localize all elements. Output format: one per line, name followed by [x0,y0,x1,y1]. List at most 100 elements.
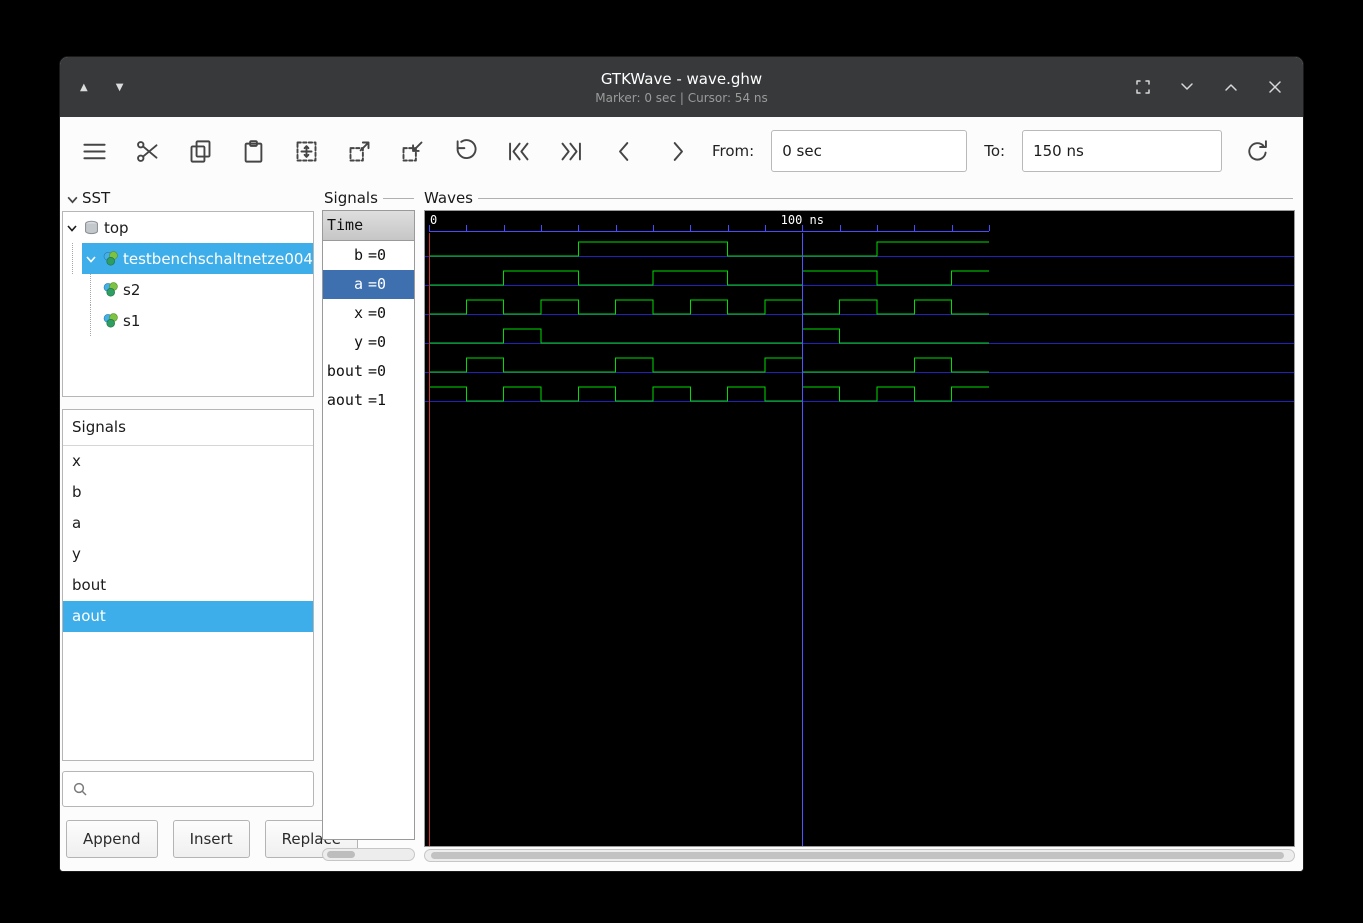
signals-list: x b a y bout aout [63,446,313,632]
caret-up-icon[interactable]: ▲ [80,82,88,93]
reload-button[interactable] [1239,133,1275,169]
titlebar[interactable]: ▲ ▼ GTKWave - wave.ghw Marker: 0 sec | C… [60,57,1303,117]
select-fit-button[interactable] [288,133,324,169]
insert-button[interactable]: Insert [172,820,250,858]
tree-item-s1[interactable]: s1 [63,305,313,336]
search-icon [73,782,87,796]
module-icon [102,281,119,298]
undo-icon [456,138,477,159]
copy-icon [190,139,210,163]
wave-scrollbar[interactable] [424,849,1295,862]
undo-button[interactable] [447,133,483,169]
go-previous-button[interactable] [606,133,642,169]
paste-button[interactable] [235,133,271,169]
expander-icon[interactable] [65,221,79,235]
zoom-out-button[interactable] [341,133,377,169]
trace-row-aout[interactable]: aout =1 [323,386,414,415]
signal-list-item-x[interactable]: x [63,446,313,477]
signal-buttons: Append Insert Replace [66,820,358,858]
cut-icon [136,140,157,162]
tree-item-label: s2 [123,280,141,299]
signal-rows: b =0 a =0 x =0 y =0 bout =0 aout =1 [323,241,414,415]
append-button[interactable]: Append [66,820,158,858]
cut-button[interactable] [129,133,165,169]
trace-name: aout [326,391,363,409]
signal-list-item-y[interactable]: y [63,539,313,570]
trace-value: =1 [368,391,387,409]
signal-list-item-aout[interactable]: aout [63,601,313,632]
sst-tree: top testbenchschaltnetze004 s2 s1 [62,211,314,397]
wave-scrollbar-thumb[interactable] [431,852,1284,859]
tree-item-testbenchschaltnetze004[interactable]: testbenchschaltnetze004 [63,243,313,274]
go-next-icon [673,141,683,161]
to-input[interactable] [1022,130,1223,172]
marker-cursor-status: Marker: 0 sec | Cursor: 54 ns [595,90,768,105]
window-title: GTKWave - wave.ghw [600,69,763,88]
copy-button[interactable] [182,133,218,169]
toolbar: From: To: [60,117,1303,186]
trace-value: =0 [368,275,387,293]
signal-pane-scrollbar[interactable] [322,848,415,861]
trace-value: =0 [368,362,387,380]
trace-name: a [353,275,363,293]
trace-row-b[interactable]: b =0 [323,241,414,270]
module-icon [102,250,119,267]
signals-pane-label: Signals [324,189,378,207]
from-label: From: [712,142,755,160]
select-fit-icon [296,141,316,161]
close-button[interactable] [1265,77,1285,97]
tree-item-label: top [104,218,129,237]
reload-icon [1247,139,1267,161]
svg-text:0: 0 [430,213,437,227]
go-last-button[interactable] [553,133,589,169]
go-previous-icon [618,141,628,161]
restore-icon [1136,80,1150,94]
menu-button[interactable] [76,133,112,169]
go-first-button[interactable] [500,133,536,169]
signals-list-box: Signals x b a y bout aout [62,409,314,761]
trace-value: =0 [368,333,387,351]
expander-icon[interactable] [84,252,98,266]
time-header: Time [323,211,414,241]
signals-list-header: Signals [63,410,313,446]
trace-value: =0 [368,304,387,322]
tree-item-top[interactable]: top [63,212,313,243]
minimize-button[interactable] [1177,77,1197,97]
zoom-in-button[interactable] [394,133,430,169]
signal-name-pane: Time b =0 a =0 x =0 y =0 bout =0 aout =1 [322,210,415,840]
trace-row-x[interactable]: x =0 [323,299,414,328]
sst-label: SST [82,189,111,207]
signal-list-item-b[interactable]: b [63,477,313,508]
toolbar-icons [76,133,695,169]
signal-pane-scrollbar-thumb[interactable] [327,851,355,858]
trace-row-bout[interactable]: bout =0 [323,357,414,386]
tree-item-label: s1 [123,311,141,330]
go-last-icon [561,142,581,160]
paste-icon [244,139,262,163]
chevron-down-icon [1181,83,1193,90]
go-first-icon [508,142,528,160]
signal-list-item-a[interactable]: a [63,508,313,539]
maximize-button[interactable] [1221,77,1241,97]
trace-name: x [353,304,363,322]
tree-item-label: testbenchschaltnetze004 [123,249,313,268]
go-next-button[interactable] [659,133,695,169]
wave-canvas[interactable]: 0 100 ns [424,210,1295,847]
waveform-svg: 0 100 ns [425,213,1294,846]
to-label: To: [984,142,1006,160]
signal-list-item-bout[interactable]: bout [63,570,313,601]
search-input[interactable] [94,780,313,798]
tree-item-s2[interactable]: s2 [63,274,313,305]
gtkwave-window: ▲ ▼ GTKWave - wave.ghw Marker: 0 sec | C… [60,57,1303,871]
trace-row-y[interactable]: y =0 [323,328,414,357]
trace-row-a[interactable]: a =0 [323,270,414,299]
restore-button[interactable] [1133,77,1153,97]
sst-panel-header[interactable]: SST [66,188,314,208]
zoom-in-icon [402,141,422,161]
trace-name: b [353,246,363,264]
trace-name: y [353,333,363,351]
trace-name: bout [326,362,363,380]
from-input[interactable] [771,130,968,172]
signal-search-box[interactable] [62,771,314,807]
caret-down-icon[interactable]: ▼ [116,82,124,93]
